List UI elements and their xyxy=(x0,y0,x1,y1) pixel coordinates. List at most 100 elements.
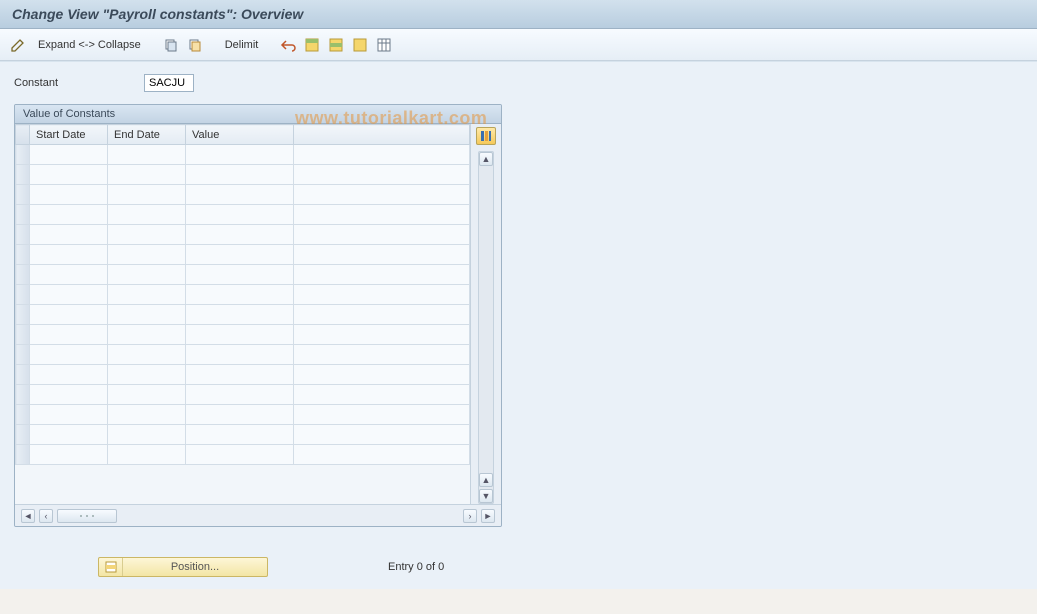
grid-cell[interactable] xyxy=(294,285,470,305)
grid-cell[interactable] xyxy=(108,265,186,285)
table-row[interactable] xyxy=(16,345,470,365)
position-button[interactable]: Position... xyxy=(98,557,268,577)
grid-cell[interactable] xyxy=(294,145,470,165)
grid-cell[interactable] xyxy=(30,405,108,425)
configure-columns-icon[interactable] xyxy=(476,127,496,145)
scroll-first-icon[interactable]: ◄ xyxy=(21,509,35,523)
table-row[interactable] xyxy=(16,285,470,305)
grid-cell[interactable] xyxy=(294,185,470,205)
grid-cell[interactable] xyxy=(186,445,294,465)
deselect-all-icon[interactable] xyxy=(350,35,370,55)
grid-cell[interactable] xyxy=(186,205,294,225)
table-row[interactable] xyxy=(16,405,470,425)
grid-cell[interactable] xyxy=(186,365,294,385)
grid-cell[interactable] xyxy=(294,205,470,225)
grid-cell[interactable] xyxy=(294,345,470,365)
grid-cell[interactable] xyxy=(186,145,294,165)
table-row[interactable] xyxy=(16,265,470,285)
grid-cell[interactable] xyxy=(30,305,108,325)
row-selector[interactable] xyxy=(16,145,30,165)
grid-cell[interactable] xyxy=(108,345,186,365)
grid-cell[interactable] xyxy=(108,405,186,425)
grid-cell[interactable] xyxy=(30,345,108,365)
grid-cell[interactable] xyxy=(30,185,108,205)
row-selector[interactable] xyxy=(16,245,30,265)
grid-cell[interactable] xyxy=(108,385,186,405)
row-selector[interactable] xyxy=(16,185,30,205)
grid-cell[interactable] xyxy=(186,265,294,285)
row-selector[interactable] xyxy=(16,165,30,185)
grid-cell[interactable] xyxy=(294,405,470,425)
grid-cell[interactable] xyxy=(186,185,294,205)
grid-cell[interactable] xyxy=(294,445,470,465)
row-selector[interactable] xyxy=(16,265,30,285)
grid-cell[interactable] xyxy=(186,385,294,405)
grid-cell[interactable] xyxy=(30,245,108,265)
grid-cell[interactable] xyxy=(30,225,108,245)
grid-cell[interactable] xyxy=(108,165,186,185)
row-selector[interactable] xyxy=(16,205,30,225)
grid-cell[interactable] xyxy=(294,425,470,445)
horizontal-scrollbar[interactable]: ◄ ‹ › ► xyxy=(15,504,501,526)
grid-cell[interactable] xyxy=(186,165,294,185)
grid-cell[interactable] xyxy=(30,285,108,305)
grid-cell[interactable] xyxy=(294,245,470,265)
grid-cell[interactable] xyxy=(186,405,294,425)
grid-cell[interactable] xyxy=(294,325,470,345)
row-selector[interactable] xyxy=(16,345,30,365)
copy-icon[interactable] xyxy=(161,35,181,55)
grid-cell[interactable] xyxy=(294,265,470,285)
grid-cell[interactable] xyxy=(108,365,186,385)
grid-cell[interactable] xyxy=(186,345,294,365)
grid-cell[interactable] xyxy=(108,185,186,205)
table-row[interactable] xyxy=(16,165,470,185)
grid-cell[interactable] xyxy=(186,225,294,245)
row-selector[interactable] xyxy=(16,285,30,305)
scroll-left-icon[interactable]: ‹ xyxy=(39,509,53,523)
undo-icon[interactable] xyxy=(278,35,298,55)
grid-cell[interactable] xyxy=(30,385,108,405)
vertical-scrollbar[interactable]: ▲ ▲ ▼ xyxy=(478,151,494,504)
row-selector[interactable] xyxy=(16,425,30,445)
scroll-down-icon[interactable]: ▼ xyxy=(479,489,493,503)
table-row[interactable] xyxy=(16,305,470,325)
scroll-up2-icon[interactable]: ▲ xyxy=(479,473,493,487)
grid-cell[interactable] xyxy=(294,165,470,185)
scroll-right-icon[interactable]: › xyxy=(463,509,477,523)
grid-cell[interactable] xyxy=(294,385,470,405)
grid-cell[interactable] xyxy=(108,145,186,165)
grid-cell[interactable] xyxy=(108,205,186,225)
expand-collapse-button[interactable]: Expand <-> Collapse xyxy=(32,39,147,51)
row-selector[interactable] xyxy=(16,365,30,385)
col-value[interactable]: Value xyxy=(186,125,294,145)
row-selector[interactable] xyxy=(16,325,30,345)
grid-cell[interactable] xyxy=(186,305,294,325)
grid-cell[interactable] xyxy=(108,225,186,245)
delimit-button[interactable]: Delimit xyxy=(219,39,265,51)
grid-cell[interactable] xyxy=(186,285,294,305)
select-all-icon[interactable] xyxy=(302,35,322,55)
table-row[interactable] xyxy=(16,325,470,345)
table-row[interactable] xyxy=(16,185,470,205)
grid-cell[interactable] xyxy=(30,145,108,165)
grid-cell[interactable] xyxy=(186,325,294,345)
grid-cell[interactable] xyxy=(294,365,470,385)
col-start-date[interactable]: Start Date xyxy=(30,125,108,145)
grid-cell[interactable] xyxy=(108,325,186,345)
select-block-icon[interactable] xyxy=(326,35,346,55)
row-selector[interactable] xyxy=(16,385,30,405)
row-selector[interactable] xyxy=(16,445,30,465)
grid-cell[interactable] xyxy=(108,245,186,265)
table-row[interactable] xyxy=(16,145,470,165)
grid-cell[interactable] xyxy=(30,365,108,385)
col-end-date[interactable]: End Date xyxy=(108,125,186,145)
grid-cell[interactable] xyxy=(30,265,108,285)
table-row[interactable] xyxy=(16,225,470,245)
table-row[interactable] xyxy=(16,205,470,225)
grid-cell[interactable] xyxy=(30,165,108,185)
grid-cell[interactable] xyxy=(186,425,294,445)
grid-cell[interactable] xyxy=(108,445,186,465)
grid-cell[interactable] xyxy=(294,305,470,325)
grid-cell[interactable] xyxy=(30,445,108,465)
grid-cell[interactable] xyxy=(108,425,186,445)
